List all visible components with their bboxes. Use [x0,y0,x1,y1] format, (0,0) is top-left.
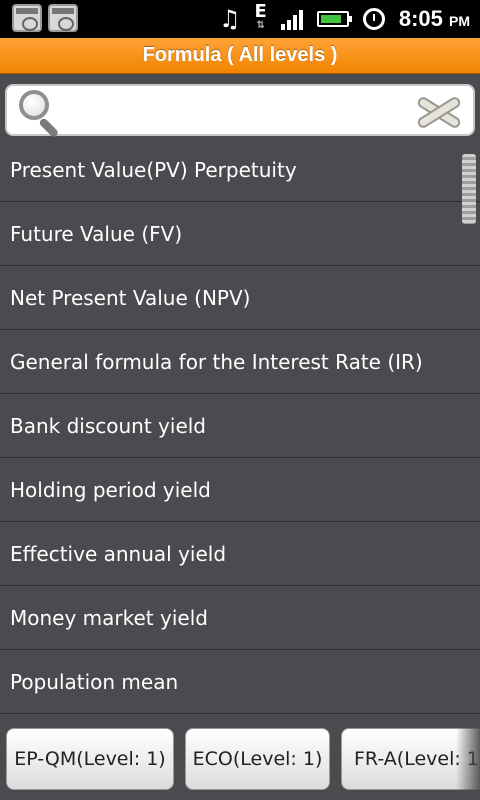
alarm-icon [362,8,385,30]
list-item[interactable]: Present Value(PV) Perpetuity [0,138,480,202]
level-buttons-bar: EP-QM(Level: 1) ECO(Level: 1) FR-A(Level… [0,714,480,800]
search-box[interactable] [5,84,475,139]
list-item[interactable]: Holding period yield [0,458,480,522]
signal-icon [280,8,303,30]
list-item-label: General formula for the Interest Rate (I… [10,349,423,374]
list-item[interactable]: Population mean [0,650,480,714]
clear-icon[interactable] [413,92,465,132]
notification-icons [12,4,78,32]
page-title: Formula ( All levels ) [142,44,338,66]
formula-list[interactable]: Present Value(PV) Perpetuity Future Valu… [0,138,480,714]
list-item-label: Population mean [10,669,179,694]
list-item-label: Effective annual yield [10,541,227,566]
calendar-icon [12,4,42,32]
list-item[interactable]: Net Present Value (NPV) [0,266,480,330]
search-input[interactable] [69,94,403,128]
level-button-eco[interactable]: ECO(Level: 1) [185,728,330,790]
system-icons: ♫ E ⇅ 8:05 PM [219,0,470,38]
status-bar: ♫ E ⇅ 8:05 PM [0,0,480,38]
list-item[interactable]: Bank discount yield [0,394,480,458]
list-item[interactable]: General formula for the Interest Rate (I… [0,330,480,394]
list-item-label: Holding period yield [10,477,211,502]
list-item-label: Net Present Value (NPV) [10,285,251,310]
network-e-icon: E ⇅ [254,1,267,32]
title-bar: Formula ( All levels ) [0,38,480,74]
search-area [0,74,480,140]
list-item[interactable]: Money market yield [0,586,480,650]
clock: 8:05 PM [399,6,470,32]
list-item-label: Bank discount yield [10,413,206,438]
list-item[interactable]: Effective annual yield [0,522,480,586]
list-item[interactable]: Future Value (FV) [0,202,480,266]
list-item-label: Present Value(PV) Perpetuity [10,157,297,182]
clock-time: 8:05 [398,6,443,31]
battery-icon [316,11,352,27]
clock-ampm: PM [449,13,470,29]
level-button-ep-qm[interactable]: EP-QM(Level: 1) [6,728,174,790]
level-button-fr-a[interactable]: FR-A(Level: 1) [341,728,480,790]
list-item-label: Money market yield [10,605,208,630]
search-icon [17,90,65,139]
calendar-icon [48,4,78,32]
list-item-label: Future Value (FV) [10,221,183,246]
music-off-icon: ♫ [219,5,241,33]
scrollbar-thumb[interactable] [462,154,476,224]
